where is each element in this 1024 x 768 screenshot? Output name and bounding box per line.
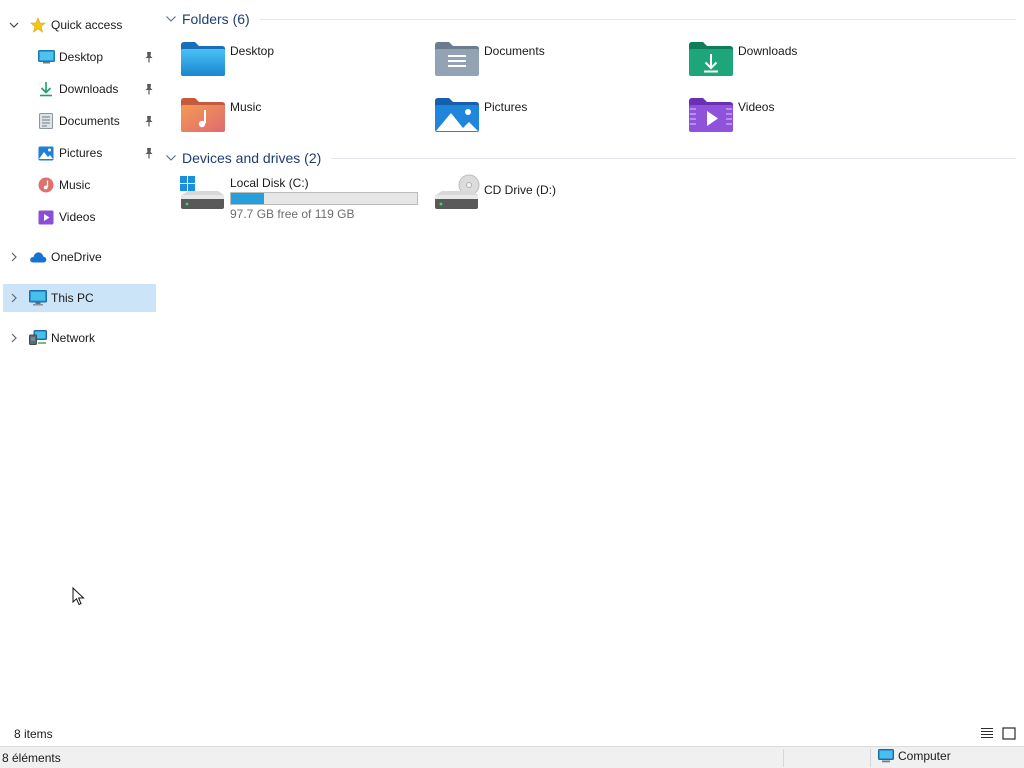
videos-icon	[37, 208, 55, 226]
drives-group-title: Devices and drives (2)	[182, 150, 322, 166]
chevron-down-icon[interactable]	[164, 151, 178, 165]
folder-tile-desktop[interactable]: Desktop	[180, 39, 430, 87]
music-icon	[37, 176, 55, 194]
nav-item-documents[interactable]: Documents	[3, 107, 156, 135]
nav-item-pictures[interactable]: Pictures	[3, 139, 156, 167]
star-icon	[29, 16, 47, 34]
chevron-right-icon[interactable]	[9, 333, 19, 343]
videos-folder-icon	[689, 98, 733, 132]
folders-group-header[interactable]: Folders (6)	[164, 8, 1016, 30]
drive-free-space: 97.7 GB free of 119 GB	[230, 207, 355, 221]
folder-tile-downloads[interactable]: Downloads	[688, 39, 938, 87]
content-pane: Folders (6) Desktop Documents Downloads …	[158, 0, 1024, 722]
nav-label-videos: Videos	[59, 210, 96, 224]
folder-label-videos: Videos	[738, 100, 775, 114]
pictures-folder-icon	[435, 98, 479, 132]
chevron-down-icon[interactable]	[9, 20, 19, 30]
folder-tile-music[interactable]: Music	[180, 95, 430, 143]
nav-label-documents: Documents	[59, 114, 120, 128]
nav-label-music: Music	[59, 178, 91, 192]
drive-label-local-disk: Local Disk (C:)	[230, 176, 309, 190]
folder-label-music: Music	[230, 100, 262, 114]
status-bar: 8 éléments Computer	[0, 746, 1024, 768]
chevron-right-icon[interactable]	[9, 293, 19, 303]
status-zone-label: Computer	[898, 749, 951, 763]
chevron-right-icon[interactable]	[9, 252, 19, 262]
folder-tile-documents[interactable]: Documents	[434, 39, 684, 87]
documents-folder-icon	[435, 42, 479, 76]
documents-icon	[37, 112, 55, 130]
navigation-pane: Quick access Desktop Downloads Documents…	[0, 0, 158, 722]
cd-drive-icon	[435, 174, 480, 209]
nav-label-network: Network	[51, 331, 96, 345]
downloads-folder-icon	[689, 42, 733, 76]
folder-label-downloads: Downloads	[738, 44, 798, 58]
status-items-count: 8 éléments	[2, 751, 61, 765]
nav-this-pc[interactable]: This PC	[3, 284, 156, 312]
mouse-cursor-icon	[72, 587, 85, 606]
status-separator	[870, 749, 871, 767]
cloud-icon	[29, 248, 47, 266]
details-view-button[interactable]	[977, 724, 997, 742]
desktop-icon	[37, 48, 55, 66]
nav-label-downloads: Downloads	[59, 82, 119, 96]
nav-label-this-pc: This PC	[51, 291, 94, 305]
nav-label-quick-access: Quick access	[51, 18, 123, 32]
drive-label-cd-drive: CD Drive (D:)	[484, 183, 556, 197]
nav-item-videos[interactable]: Videos	[3, 203, 156, 231]
nav-item-downloads[interactable]: Downloads	[3, 75, 156, 103]
large-icons-view-button[interactable]	[999, 724, 1019, 742]
hard-drive-icon	[180, 176, 224, 209]
pin-icon[interactable]	[142, 114, 156, 128]
nav-network[interactable]: Network	[3, 324, 156, 352]
folder-tile-pictures[interactable]: Pictures	[434, 95, 684, 143]
drive-tile-cd-drive[interactable]: CD Drive (D:)	[434, 173, 684, 223]
pin-icon[interactable]	[142, 50, 156, 64]
pin-icon[interactable]	[142, 82, 156, 96]
items-count: 8 items	[14, 727, 53, 741]
music-folder-icon	[181, 98, 225, 132]
nav-onedrive[interactable]: OneDrive	[3, 243, 156, 271]
computer-icon	[29, 289, 47, 307]
group-divider	[259, 18, 1016, 20]
drive-tile-local-disk[interactable]: Local Disk (C:) 97.7 GB free of 119 GB	[180, 173, 430, 223]
nav-quick-access[interactable]: Quick access	[3, 11, 156, 39]
folder-label-pictures: Pictures	[484, 100, 528, 114]
nav-label-onedrive: OneDrive	[51, 250, 102, 264]
nav-label-pictures: Pictures	[59, 146, 103, 160]
drive-usage-bar	[230, 192, 418, 205]
nav-item-music[interactable]: Music	[3, 171, 156, 199]
pin-icon[interactable]	[142, 146, 156, 160]
folders-group-title: Folders (6)	[182, 11, 250, 27]
drives-group-header[interactable]: Devices and drives (2)	[164, 147, 1016, 169]
pictures-icon	[37, 144, 55, 162]
chevron-down-icon[interactable]	[164, 12, 178, 26]
group-divider	[331, 157, 1016, 159]
network-icon	[29, 329, 47, 347]
folder-label-documents: Documents	[484, 44, 545, 58]
nav-label-desktop: Desktop	[59, 50, 104, 64]
downloads-icon	[37, 80, 55, 98]
computer-icon	[878, 749, 894, 763]
nav-item-desktop[interactable]: Desktop	[3, 43, 156, 71]
desktop-folder-icon	[181, 42, 225, 76]
status-separator	[783, 749, 784, 767]
status-zone: Computer	[878, 749, 951, 763]
folder-label-desktop: Desktop	[230, 44, 275, 58]
drive-usage-fill	[231, 193, 265, 204]
folder-tile-videos[interactable]: Videos	[688, 95, 938, 143]
